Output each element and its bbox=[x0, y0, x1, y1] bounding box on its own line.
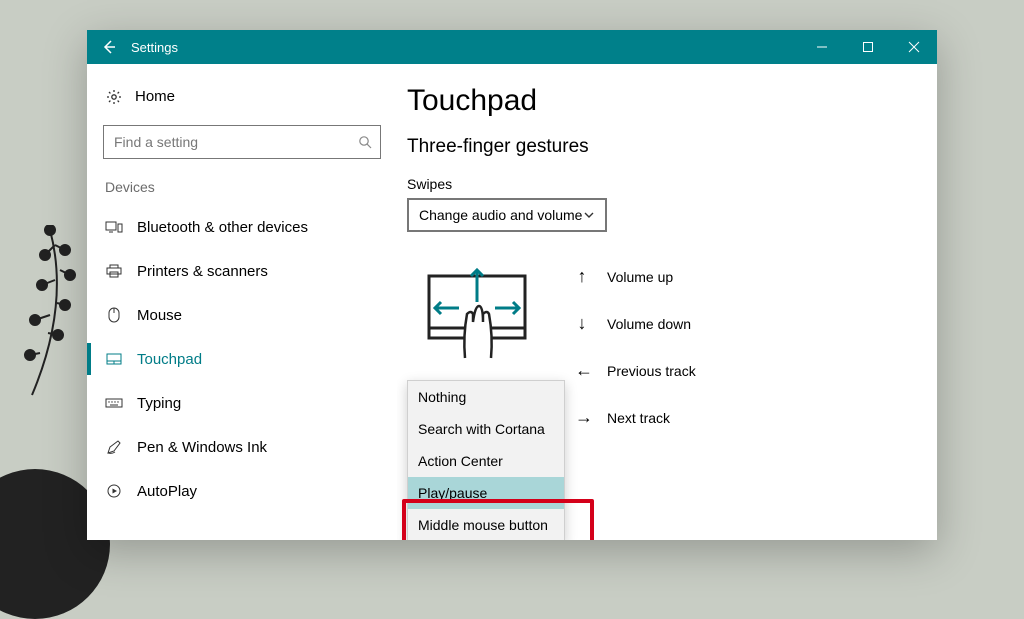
sidebar-item-touchpad[interactable]: Touchpad bbox=[87, 337, 397, 381]
printer-icon bbox=[105, 264, 123, 278]
settings-window: Settings Home Find a setting Devices Blu… bbox=[87, 30, 937, 540]
gear-icon bbox=[105, 89, 123, 105]
arrow-left-icon: ← bbox=[575, 360, 589, 381]
dropdown-option-nothing[interactable]: Nothing bbox=[408, 381, 564, 413]
window-title: Settings bbox=[131, 40, 178, 55]
sidebar-item-label: AutoPlay bbox=[137, 483, 197, 500]
arrow-right-icon: → bbox=[575, 407, 589, 428]
gesture-left: ← Previous track bbox=[575, 360, 696, 381]
section-title: Three-finger gestures bbox=[407, 136, 917, 158]
search-icon bbox=[358, 135, 372, 149]
sidebar-item-label: Typing bbox=[137, 395, 181, 412]
close-button[interactable] bbox=[891, 30, 937, 64]
mouse-icon bbox=[105, 307, 123, 323]
dropdown-option-action-center[interactable]: Action Center bbox=[408, 445, 564, 477]
close-icon bbox=[908, 41, 920, 53]
sidebar-item-autoplay[interactable]: AutoPlay bbox=[87, 469, 397, 513]
content-area: Touchpad Three-finger gestures Swipes Ch… bbox=[397, 64, 937, 540]
maximize-icon bbox=[862, 41, 874, 53]
home-link[interactable]: Home bbox=[87, 82, 397, 111]
dropdown-option-search-cortana[interactable]: Search with Cortana bbox=[408, 413, 564, 445]
gesture-down-label: Volume down bbox=[607, 316, 691, 332]
titlebar: Settings bbox=[87, 30, 937, 64]
gesture-left-label: Previous track bbox=[607, 363, 696, 379]
taps-dropdown-menu: Nothing Search with Cortana Action Cente… bbox=[407, 380, 565, 540]
arrow-up-icon: ↑ bbox=[575, 266, 589, 287]
dropdown-option-middle-mouse[interactable]: Middle mouse button bbox=[408, 509, 564, 540]
sidebar-item-mouse[interactable]: Mouse bbox=[87, 293, 397, 337]
back-button[interactable] bbox=[87, 30, 131, 64]
pen-icon bbox=[105, 439, 123, 455]
search-input[interactable]: Find a setting bbox=[103, 125, 381, 159]
dropdown-option-play-pause[interactable]: Play/pause bbox=[408, 477, 564, 509]
desktop-decor-branch bbox=[10, 225, 90, 425]
page-title: Touchpad bbox=[407, 84, 917, 118]
touchpad-icon bbox=[105, 353, 123, 365]
maximize-button[interactable] bbox=[845, 30, 891, 64]
gesture-right-label: Next track bbox=[607, 410, 670, 426]
sidebar-item-label: Bluetooth & other devices bbox=[137, 219, 308, 236]
gesture-list: ↑ Volume up ↓ Volume down ← Previous tra… bbox=[575, 262, 696, 428]
arrow-down-icon: ↓ bbox=[575, 313, 589, 334]
search-placeholder: Find a setting bbox=[114, 134, 358, 150]
gesture-down: ↓ Volume down bbox=[575, 313, 696, 334]
gesture-up-label: Volume up bbox=[607, 269, 673, 285]
chevron-down-icon bbox=[583, 209, 595, 221]
keyboard-icon bbox=[105, 398, 123, 408]
sidebar-item-label: Touchpad bbox=[137, 351, 202, 368]
arrow-left-icon bbox=[101, 39, 117, 55]
sidebar-item-label: Mouse bbox=[137, 307, 182, 324]
home-label: Home bbox=[135, 88, 175, 105]
sidebar: Home Find a setting Devices Bluetooth & … bbox=[87, 64, 397, 540]
devices-icon bbox=[105, 220, 123, 234]
sidebar-item-typing[interactable]: Typing bbox=[87, 381, 397, 425]
minimize-icon bbox=[816, 41, 828, 53]
swipes-value: Change audio and volume bbox=[419, 207, 582, 223]
sidebar-item-label: Printers & scanners bbox=[137, 263, 268, 280]
swipes-dropdown[interactable]: Change audio and volume bbox=[407, 198, 607, 232]
sidebar-item-printers[interactable]: Printers & scanners bbox=[87, 249, 397, 293]
minimize-button[interactable] bbox=[799, 30, 845, 64]
autoplay-icon bbox=[105, 484, 123, 498]
gesture-up: ↑ Volume up bbox=[575, 266, 696, 287]
gesture-right: → Next track bbox=[575, 407, 696, 428]
swipes-label: Swipes bbox=[407, 176, 917, 192]
sidebar-section-label: Devices bbox=[87, 177, 397, 205]
sidebar-item-label: Pen & Windows Ink bbox=[137, 439, 267, 456]
sidebar-item-bluetooth[interactable]: Bluetooth & other devices bbox=[87, 205, 397, 249]
sidebar-item-pen[interactable]: Pen & Windows Ink bbox=[87, 425, 397, 469]
